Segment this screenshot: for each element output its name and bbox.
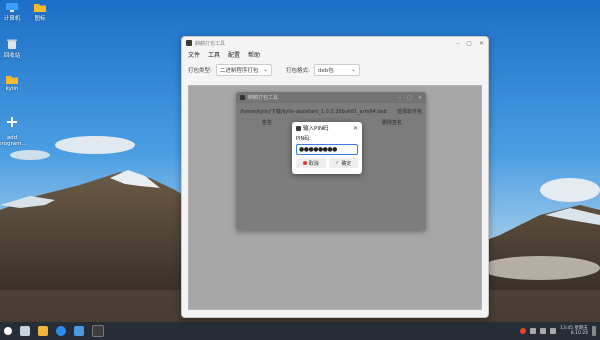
sign-dialog-title: 麒麟打包工具 bbox=[248, 95, 279, 101]
chevron-down-icon: ⌄ bbox=[351, 67, 356, 73]
close-icon[interactable]: ✕ bbox=[479, 40, 484, 47]
delete-signature-header: 删除签名 bbox=[381, 119, 402, 126]
desktop-icon-label: 回收站 bbox=[3, 53, 21, 59]
folder-icon bbox=[34, 4, 46, 12]
select-package-button[interactable]: 选择软件包 bbox=[397, 108, 422, 115]
desktop-icon-kylin[interactable]: kylin bbox=[0, 74, 26, 92]
app-logo-icon bbox=[240, 95, 245, 100]
pin-dialog: 输入PIN码 ✕ PIN码: ●●●●●●●● 取消 ✓ 确定 bbox=[292, 122, 362, 174]
pin-label: PIN码: bbox=[296, 136, 311, 142]
cancel-label: 取消 bbox=[308, 160, 319, 167]
start-menu-icon[interactable] bbox=[4, 327, 12, 335]
show-desktop-button[interactable] bbox=[592, 326, 596, 336]
desktop-icon-label: 图标 bbox=[34, 16, 46, 22]
plus-icon bbox=[7, 117, 17, 127]
signature-column-header: 签名 bbox=[262, 119, 273, 126]
pin-dialog-title: 输入PIN码 bbox=[303, 126, 329, 132]
file-manager-icon[interactable] bbox=[38, 326, 48, 336]
pin-dialog-titlebar[interactable]: 输入PIN码 ✕ bbox=[292, 122, 362, 134]
menu-file[interactable]: 文件 bbox=[188, 50, 200, 59]
minimize-icon[interactable]: – bbox=[399, 95, 402, 101]
desktop-icon-label: add program... bbox=[0, 135, 27, 147]
pack-type-combo[interactable]: 二进制程序打包 ⌄ bbox=[215, 64, 272, 76]
clock[interactable]: 13:45 星期五 8.10.24 bbox=[560, 326, 588, 336]
clock-date: 8.10.24 bbox=[570, 331, 588, 336]
maximize-icon[interactable]: ▢ bbox=[407, 95, 412, 101]
input-method-icon[interactable] bbox=[520, 328, 527, 334]
close-icon[interactable]: ✕ bbox=[353, 125, 358, 132]
maximize-icon[interactable]: ▢ bbox=[466, 40, 472, 47]
desktop-icon-computer[interactable]: 计算机 bbox=[0, 2, 26, 22]
menu-tools[interactable]: 工具 bbox=[208, 50, 220, 59]
cancel-icon bbox=[302, 161, 307, 165]
options-row: 打包类型: 二进制程序打包 ⌄ 打包格式: deb包 ⌄ bbox=[182, 63, 488, 77]
package-path: /home/kylin/下载/kylin-assistant_1.0.0.20b… bbox=[240, 108, 387, 115]
pack-format-value: deb包 bbox=[317, 68, 334, 74]
main-titlebar[interactable]: 麒麟打包工具 – ▢ ✕ bbox=[182, 37, 488, 49]
sign-dialog-titlebar[interactable]: 麒麟打包工具 – ▢ ✕ bbox=[236, 92, 426, 103]
ok-label: 确定 bbox=[341, 160, 352, 167]
folder-icon bbox=[6, 76, 18, 84]
close-icon[interactable]: ✕ bbox=[418, 95, 422, 101]
pack-format-label: 打包格式: bbox=[285, 68, 310, 74]
cancel-button[interactable]: 取消 bbox=[296, 158, 326, 168]
chevron-down-icon: ⌄ bbox=[263, 67, 268, 73]
trash-icon bbox=[7, 39, 17, 49]
taskbar: 13:45 星期五 8.10.24 bbox=[0, 322, 600, 340]
browser-icon[interactable] bbox=[56, 326, 66, 336]
window-title: 麒麟打包工具 bbox=[195, 40, 226, 47]
pin-input[interactable]: ●●●●●●●● bbox=[296, 144, 358, 155]
menu-config[interactable]: 配置 bbox=[228, 50, 240, 59]
ok-button[interactable]: ✓ 确定 bbox=[328, 158, 358, 168]
menu-help[interactable]: 帮助 bbox=[248, 50, 260, 59]
network-icon[interactable] bbox=[530, 328, 537, 334]
app-logo-icon bbox=[296, 125, 301, 131]
desktop-icon-add[interactable]: add program... bbox=[0, 110, 27, 147]
pack-type-label: 打包类型: bbox=[188, 68, 212, 74]
packaging-tool-icon[interactable] bbox=[92, 325, 104, 337]
check-icon: ✓ bbox=[335, 160, 340, 166]
app-logo-icon bbox=[186, 40, 192, 46]
computer-icon bbox=[6, 3, 18, 12]
software-store-icon[interactable] bbox=[74, 326, 84, 336]
desktop-icon-trash[interactable]: 回收站 bbox=[0, 38, 26, 59]
pack-type-value: 二进制程序打包 bbox=[219, 68, 259, 74]
desktop-icon-label: 计算机 bbox=[3, 16, 21, 22]
desktop-icon-label: kylin bbox=[5, 86, 19, 92]
menubar: 文件 工具 配置 帮助 bbox=[182, 49, 488, 59]
notification-icon[interactable] bbox=[550, 328, 557, 334]
multitask-icon[interactable] bbox=[20, 326, 30, 336]
pack-format-combo[interactable]: deb包 ⌄ bbox=[313, 64, 360, 76]
volume-icon[interactable] bbox=[540, 328, 547, 334]
desktop-icon-folder[interactable]: 图标 bbox=[26, 2, 54, 22]
minimize-icon[interactable]: – bbox=[456, 40, 459, 47]
